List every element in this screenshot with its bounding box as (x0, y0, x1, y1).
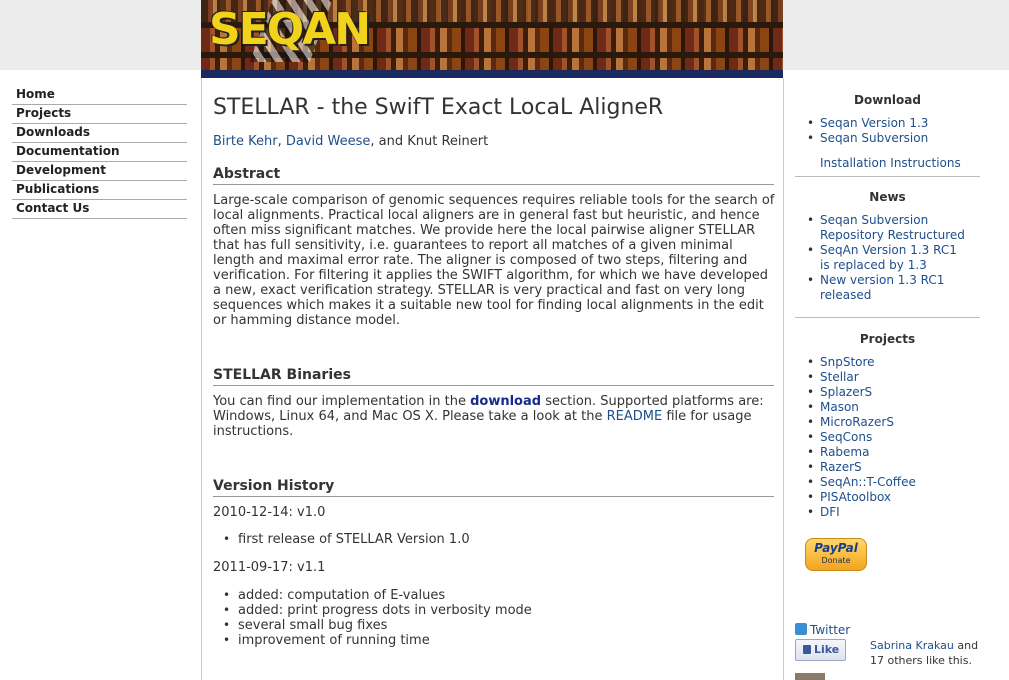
projects-heading: Projects (859, 332, 916, 346)
news-list: Seqan Subversion Repository Restructured… (807, 213, 970, 303)
download-link[interactable]: download (470, 394, 541, 409)
authors: Birte Kehr, David Weese, and Knut Reiner… (213, 134, 489, 149)
list-item[interactable]: SeqAn::T-Coffee (807, 475, 980, 490)
version-label: 2010-12-14: v1.0 (213, 505, 326, 520)
list-item[interactable]: Mason (807, 400, 980, 415)
list-item[interactable]: Rabema (807, 445, 980, 460)
version-label: 2011-09-17: v1.1 (213, 560, 326, 575)
thumbs-up-icon (803, 645, 811, 654)
nav-item-contact-us[interactable]: Contact Us (12, 200, 187, 219)
nav-item-home[interactable]: Home (12, 86, 187, 105)
installation-link[interactable]: Installation Instructions (820, 156, 961, 170)
list-item: improvement of running time (223, 633, 532, 648)
facebook-like-button[interactable]: Like (795, 639, 846, 661)
nav-item-projects[interactable]: Projects (12, 105, 187, 124)
nav-item-development[interactable]: Development (12, 162, 187, 181)
nav-item-publications[interactable]: Publications (12, 181, 187, 200)
banner-bar (201, 70, 783, 78)
page-body: Home Projects Downloads Documentation De… (0, 78, 1009, 680)
list-item[interactable]: Stellar (807, 370, 980, 385)
paypal-logo: PayPal (814, 541, 858, 555)
list-item[interactable]: Seqan Version 1.3 (807, 116, 980, 131)
donate-label: Donate (821, 556, 851, 565)
list-item[interactable]: MicroRazerS (807, 415, 980, 430)
version-history-heading: Version History (213, 478, 774, 497)
news-heading: News (869, 190, 906, 204)
divider (795, 317, 980, 318)
author-link-kehr[interactable]: Birte Kehr (213, 134, 278, 149)
download-heading: Download (854, 93, 921, 107)
list-item[interactable]: New version 1.3 RC1 released (807, 273, 970, 303)
list-item: several small bug fixes (223, 618, 532, 633)
twitter-icon (795, 623, 807, 635)
list-item[interactable]: Seqan Subversion (807, 131, 980, 146)
list-item[interactable]: SplazerS (807, 385, 980, 400)
avatar (795, 673, 825, 680)
divider (795, 176, 980, 177)
binaries-heading: STELLAR Binaries (213, 367, 774, 386)
list-item[interactable]: SeqAn Version 1.3 RC1 is replaced by 1.3 (807, 243, 970, 273)
page-title: STELLAR - the SwifT Exact LocaL AligneR (213, 95, 664, 120)
list-item[interactable]: RazerS (807, 460, 980, 475)
author-link-weese[interactable]: David Weese (286, 134, 371, 149)
binaries-text: You can find our implementation in the d… (213, 394, 764, 439)
left-sidebar: Home Projects Downloads Documentation De… (0, 78, 201, 680)
paypal-donate-button[interactable]: PayPal Donate (805, 538, 867, 571)
twitter-link[interactable]: Twitter (795, 623, 850, 637)
seqan-logo[interactable]: SEQAN (209, 4, 371, 55)
banner-image: SEQAN (201, 0, 783, 70)
list-item[interactable]: SeqCons (807, 430, 980, 445)
list-item[interactable]: Seqan Subversion Repository Restructured (807, 213, 970, 243)
readme-link[interactable]: README (607, 409, 663, 424)
right-sidebar: Download Seqan Version 1.3 Seqan Subvers… (784, 78, 1009, 680)
nav-item-documentation[interactable]: Documentation (12, 143, 187, 162)
liker-link[interactable]: Sabrina Krakau (870, 639, 954, 652)
abstract-text: Large-scale comparison of genomic sequen… (213, 193, 775, 328)
like-summary: Sabrina Krakau and 17 others like this. (870, 639, 979, 667)
list-item[interactable]: SnpStore (807, 355, 980, 370)
main-nav: Home Projects Downloads Documentation De… (12, 86, 187, 219)
main-content: STELLAR - the SwifT Exact LocaL AligneR … (201, 78, 784, 680)
list-item: added: print progress dots in verbosity … (223, 603, 532, 618)
version-changes: first release of STELLAR Version 1.0 (223, 532, 470, 547)
list-item[interactable]: DFI (807, 505, 980, 520)
version-changes: added: computation of E-values added: pr… (223, 588, 532, 648)
list-item: first release of STELLAR Version 1.0 (223, 532, 470, 547)
list-item[interactable]: PISAtoolbox (807, 490, 980, 505)
abstract-heading: Abstract (213, 166, 774, 185)
download-list: Seqan Version 1.3 Seqan Subversion (807, 116, 980, 146)
projects-list: SnpStore Stellar SplazerS Mason MicroRaz… (807, 355, 980, 520)
nav-item-downloads[interactable]: Downloads (12, 124, 187, 143)
list-item: added: computation of E-values (223, 588, 532, 603)
header: SEQAN (0, 0, 1009, 70)
